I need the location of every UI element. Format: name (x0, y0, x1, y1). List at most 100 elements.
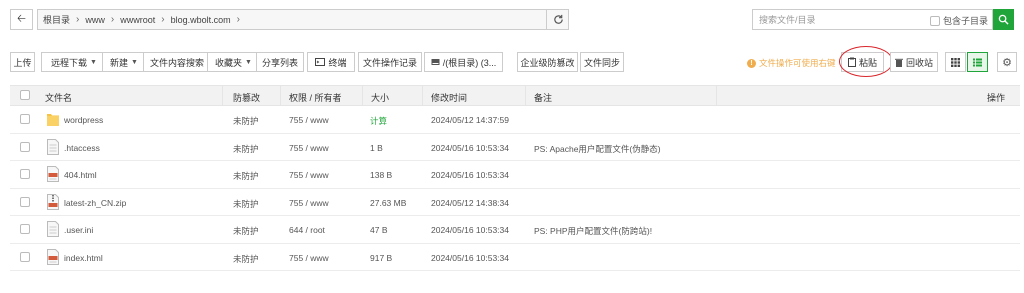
file-mtime: 2024/05/12 14:38:34 (431, 197, 509, 208)
refresh-button[interactable] (546, 9, 569, 30)
row-checkbox[interactable] (20, 251, 30, 262)
file-name[interactable]: latest-zh_CN.zip (64, 198, 126, 208)
file-size: 138 B (370, 170, 393, 180)
search-input[interactable]: 搜索文件/目录 包含子目录 (752, 9, 993, 30)
column-divider (525, 86, 526, 106)
file-size: 27.63 MB (370, 197, 407, 208)
arrow-left-icon: 🡠 (17, 13, 26, 25)
list-view-button[interactable] (967, 52, 988, 72)
highlight-circle (839, 46, 893, 77)
row-checkbox[interactable] (20, 114, 30, 124)
file-mtime: 2024/05/16 10:53:34 (431, 252, 509, 263)
html-file-icon (47, 166, 59, 182)
file-mtime: 2024/05/16 10:53:34 (431, 225, 509, 235)
zip-file-icon (47, 193, 59, 210)
operation-log-button[interactable]: 文件操作记录 (358, 52, 422, 72)
column-divider (716, 86, 717, 106)
file-name[interactable]: .htaccess (64, 143, 100, 153)
file-name[interactable]: .user.ini (64, 225, 93, 235)
recycle-bin-button[interactable]: 回收站 (890, 52, 938, 72)
header-remark: 备注 (534, 93, 553, 103)
file-permission[interactable]: 755 / www (289, 115, 329, 125)
file-sync-button[interactable]: 文件同步 (580, 52, 624, 72)
breadcrumb-wwwroot[interactable]: wwwroot (120, 15, 155, 25)
chevron-right-icon: › (110, 14, 115, 25)
chevron-right-icon: › (161, 14, 165, 25)
table-row[interactable]: .user.ini 未防护 644 / root 47 B 2024/05/16… (10, 216, 1020, 244)
favorites-button[interactable]: 收藏夹 ▼ (207, 52, 260, 72)
list-icon (973, 58, 982, 66)
refresh-icon (553, 14, 563, 24)
search-icon (998, 14, 1009, 25)
file-permission[interactable]: 644 / root (289, 225, 325, 235)
content-search-button[interactable]: 文件内容搜索 (143, 52, 211, 72)
info-icon: ! (747, 58, 756, 68)
file-mtime: 2024/05/16 10:53:34 (431, 142, 509, 153)
terminal-button[interactable]: 终端 (307, 52, 355, 72)
file-permission[interactable]: 755 / www (289, 143, 329, 153)
file-permission[interactable]: 755 / www (289, 198, 329, 208)
table-row[interactable]: .htaccess 未防护 755 / www 1 B 2024/05/16 1… (10, 134, 1020, 161)
search-button[interactable] (993, 9, 1014, 30)
settings-button[interactable]: ⚙ (997, 52, 1017, 72)
file-permission[interactable]: 755 / www (289, 170, 329, 180)
header-mtime[interactable]: 修改时间 (431, 91, 467, 104)
disk-icon (431, 59, 440, 65)
select-all-checkbox[interactable] (20, 90, 30, 100)
tamper-status: 未防护 (233, 143, 259, 154)
chevron-right-icon: › (76, 14, 80, 25)
trash-icon (894, 58, 903, 67)
file-size: 47 B (370, 225, 388, 235)
html-file-icon (47, 248, 59, 265)
remote-download-button[interactable]: 远程下载 ▼ (41, 52, 107, 72)
table-row[interactable]: latest-zh_CN.zip 未防护 755 / www 27.63 MB … (10, 189, 1020, 216)
calculate-size-link[interactable]: 计算 (370, 115, 387, 127)
table-row[interactable]: 404.html 未防护 755 / www 138 B 2024/05/16 … (10, 161, 1020, 189)
tamper-status: 未防护 (233, 116, 259, 126)
row-checkbox[interactable] (20, 141, 30, 152)
back-button[interactable]: 🡠 (10, 9, 33, 30)
table-row[interactable]: wordpress 未防护 755 / www 计算 2024/05/12 14… (10, 106, 1020, 134)
column-divider (222, 86, 223, 106)
file-icon (47, 138, 59, 155)
file-mtime: 2024/05/16 10:53:34 (431, 170, 509, 180)
row-checkbox[interactable] (20, 169, 30, 179)
row-checkbox[interactable] (20, 224, 30, 234)
chevron-down-icon: ▼ (131, 58, 138, 66)
table-row[interactable]: index.html 未防护 755 / www 917 B 2024/05/1… (10, 244, 1020, 271)
header-operations: 操作 (987, 93, 1006, 103)
file-permission[interactable]: 755 / www (289, 253, 329, 263)
tamper-proof-button[interactable]: 企业级防篡改 (517, 52, 578, 72)
path-breadcrumb[interactable]: 根目录 › www › wwwroot › blog.wbolt.com › (37, 9, 569, 30)
gear-icon: ⚙ (1002, 56, 1012, 69)
file-size: 917 B (370, 252, 393, 263)
column-divider (422, 86, 423, 106)
breadcrumb-root[interactable]: 根目录 (43, 13, 70, 26)
disk-button[interactable]: /(根目录) (3... (424, 52, 503, 72)
header-size[interactable]: 大小 (371, 91, 389, 104)
share-list-button[interactable]: 分享列表 (256, 52, 304, 72)
header-name[interactable]: 文件名 (45, 91, 72, 104)
file-name[interactable]: wordpress (64, 115, 103, 125)
breadcrumb-site[interactable]: blog.wbolt.com (171, 15, 231, 25)
file-remark: PS: PHP用户配置文件(防跨站)! (534, 226, 653, 236)
tamper-status: 未防护 (233, 226, 259, 236)
breadcrumb-www[interactable]: www (85, 15, 105, 25)
right-click-tip: ! 文件操作可使用右键 (747, 57, 836, 69)
folder-icon (47, 114, 59, 126)
include-subdir-checkbox[interactable] (929, 15, 940, 26)
include-subdir-toggle[interactable]: 包含子目录 (929, 14, 988, 27)
row-checkbox[interactable] (20, 196, 30, 207)
new-button[interactable]: 新建 ▼ (102, 52, 146, 72)
grid-view-button[interactable] (945, 52, 966, 72)
file-name[interactable]: 404.html (64, 170, 97, 180)
chevron-right-icon: › (236, 14, 240, 25)
header-tamper[interactable]: 防篡改 (233, 91, 260, 104)
chevron-down-icon: ▼ (245, 58, 252, 66)
column-divider (362, 86, 363, 106)
file-name[interactable]: index.html (64, 253, 103, 263)
file-mtime: 2024/05/12 14:37:59 (431, 115, 509, 125)
file-size: 1 B (370, 142, 383, 153)
upload-button[interactable]: 上传 (10, 52, 35, 72)
header-permission[interactable]: 权限 / 所有者 (289, 91, 342, 104)
